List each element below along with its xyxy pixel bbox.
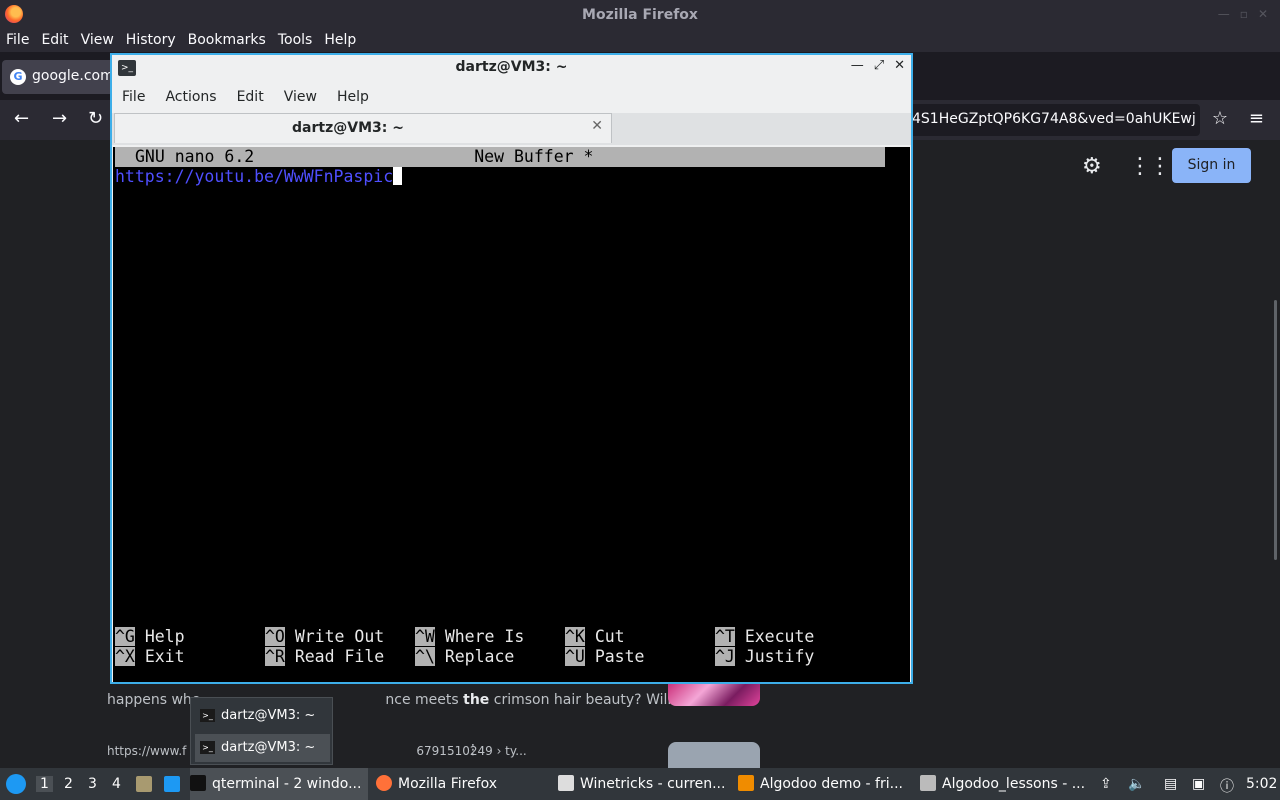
- menu-history[interactable]: History: [120, 30, 182, 52]
- file-manager-icon[interactable]: [136, 776, 152, 792]
- terminal-titlebar: >_ dartz@VM3: ~ — ⤢ ✕: [112, 55, 911, 82]
- firefox-menubar: File Edit View History Bookmarks Tools H…: [0, 30, 1280, 52]
- google-favicon-icon: G: [10, 69, 26, 85]
- desktop-3[interactable]: 3: [88, 776, 97, 792]
- terminal-icon: >_: [200, 709, 215, 722]
- maximize-icon[interactable]: ▫: [1240, 7, 1248, 21]
- menu-help[interactable]: Help: [318, 30, 362, 52]
- clock[interactable]: 5:02: [1246, 776, 1277, 792]
- popup-window-item[interactable]: >_ dartz@VM3: ~: [195, 734, 330, 762]
- taskbar-group-popup: >_ dartz@VM3: ~ >_ dartz@VM3: ~: [190, 697, 333, 765]
- desktop-4[interactable]: 4: [112, 776, 121, 792]
- task-winetricks[interactable]: Winetricks - curren...: [558, 768, 730, 800]
- popup-window-item[interactable]: >_ dartz@VM3: ~: [195, 702, 330, 730]
- tab-close-icon[interactable]: ✕: [591, 118, 603, 134]
- volume-icon[interactable]: 🔈: [1128, 776, 1145, 792]
- terminal-tabbar: dartz@VM3: ~ ✕: [112, 113, 911, 145]
- tab-label: google.com: [32, 68, 114, 84]
- restore-icon[interactable]: ⤢: [874, 58, 884, 73]
- hamburger-menu-icon[interactable]: ≡: [1249, 108, 1264, 129]
- terminal-tab-label: dartz@VM3: ~: [292, 120, 404, 136]
- close-icon[interactable]: ✕: [1258, 7, 1268, 21]
- tray-upload-icon[interactable]: ⇪: [1100, 776, 1112, 792]
- firefox-icon: [376, 775, 392, 791]
- menu-file[interactable]: File: [112, 84, 155, 112]
- menu-edit[interactable]: Edit: [35, 30, 74, 52]
- shortcut-execute: ^T Execute: [715, 627, 815, 646]
- terminal-window-title: dartz@VM3: ~: [455, 59, 568, 75]
- minimize-icon[interactable]: —: [851, 58, 864, 73]
- minimize-icon[interactable]: —: [1218, 7, 1230, 21]
- text-cursor: [393, 167, 403, 185]
- show-desktop-icon[interactable]: [164, 776, 180, 792]
- buffer-line: https://youtu.be/WwWFnPaspic: [115, 167, 403, 187]
- terminal-window-controls: — ⤢ ✕: [851, 58, 905, 73]
- menu-bookmarks[interactable]: Bookmarks: [182, 30, 272, 52]
- shortcut-write-out: ^O Write Out: [265, 627, 385, 646]
- url-text: 4S1HeGZptQP6KG74A8&ved=0ahUKEwj: [912, 111, 1196, 127]
- shortcut-cut: ^K Cut: [565, 627, 625, 646]
- menu-file[interactable]: File: [0, 30, 35, 52]
- shortcut-justify: ^J Justify: [715, 647, 815, 666]
- desktop-1[interactable]: 1: [36, 776, 53, 792]
- network-icon[interactable]: ▣: [1192, 776, 1205, 792]
- menu-view[interactable]: View: [274, 84, 327, 112]
- firefox-titlebar: Mozilla Firefox — ▫ ✕: [0, 0, 1280, 30]
- firefox-window-title: Mozilla Firefox: [582, 7, 698, 23]
- taskbar: 1 2 3 4 qterminal - 2 windo... Mozilla F…: [0, 768, 1280, 800]
- task-algodoo-lessons[interactable]: Algodoo_lessons - ...: [920, 768, 1092, 800]
- shortcut-exit: ^X Exit: [115, 647, 185, 666]
- clipboard-icon[interactable]: ▤: [1164, 776, 1177, 792]
- more-options-icon[interactable]: ⋮: [466, 742, 480, 758]
- menu-edit[interactable]: Edit: [227, 84, 274, 112]
- menu-help[interactable]: Help: [327, 84, 379, 112]
- bookmark-star-icon[interactable]: ☆: [1212, 108, 1228, 129]
- task-algodoo-demo[interactable]: Algodoo demo - fri...: [738, 768, 914, 800]
- page-scrollbar[interactable]: [1274, 300, 1277, 560]
- nano-buffer-name: New Buffer *: [474, 147, 594, 166]
- back-icon[interactable]: ←: [14, 108, 29, 129]
- settings-gear-icon[interactable]: ⚙: [1082, 154, 1102, 179]
- terminal-icon: >_: [200, 741, 215, 754]
- shortcut-paste: ^U Paste: [565, 647, 645, 666]
- shortcut-read-file: ^R Read File: [265, 647, 385, 666]
- desktop-2[interactable]: 2: [64, 776, 73, 792]
- task-firefox[interactable]: Mozilla Firefox: [376, 768, 552, 800]
- menu-actions[interactable]: Actions: [155, 84, 226, 112]
- reload-icon[interactable]: ↻: [88, 108, 103, 129]
- sign-in-button[interactable]: Sign in: [1172, 148, 1251, 183]
- shortcut-help: ^G Help: [115, 627, 185, 646]
- menu-view[interactable]: View: [75, 30, 120, 52]
- nano-editor[interactable]: GNU nano 6.2 New Buffer * https://youtu.b…: [113, 147, 910, 682]
- forward-icon[interactable]: →: [52, 108, 67, 129]
- start-menu-icon[interactable]: [6, 774, 26, 794]
- terminal-window: >_ dartz@VM3: ~ — ⤢ ✕ File Actions Edit …: [110, 53, 913, 684]
- image-viewer-icon: [920, 775, 936, 791]
- shortcut-where-is: ^W Where Is: [415, 627, 525, 646]
- nano-version: GNU nano 6.2: [135, 147, 255, 166]
- document-icon: [558, 775, 574, 791]
- terminal-tab[interactable]: dartz@VM3: ~ ✕: [114, 113, 612, 143]
- nano-header: GNU nano 6.2 New Buffer *: [115, 147, 885, 167]
- terminal-icon: [190, 775, 206, 791]
- shortcut-replace: ^\ Replace: [415, 647, 515, 666]
- algodoo-icon: [738, 775, 754, 791]
- task-qterminal[interactable]: qterminal - 2 windo...: [190, 768, 368, 800]
- menu-tools[interactable]: Tools: [272, 30, 319, 52]
- terminal-menubar: File Actions Edit View Help: [112, 84, 911, 112]
- updates-icon[interactable]: ⓘ: [1220, 776, 1234, 796]
- firefox-window-controls: — ▫ ✕: [1218, 7, 1268, 21]
- close-icon[interactable]: ✕: [894, 58, 905, 73]
